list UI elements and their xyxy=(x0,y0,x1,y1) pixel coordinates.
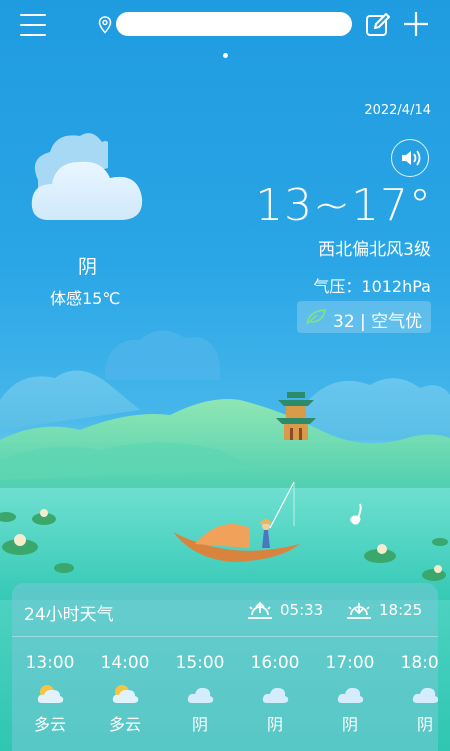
hour-time: 15:00 xyxy=(175,653,225,673)
hourly-item[interactable]: 13:00 多云 xyxy=(15,653,85,735)
hour-time: 13:00 xyxy=(25,653,75,673)
hourly-title: 24小时天气 xyxy=(24,605,114,625)
partly-cloudy-icon xyxy=(37,685,64,703)
divider xyxy=(12,636,438,637)
hour-time: 17:00 xyxy=(325,653,375,673)
hourly-forecast-panel: 24小时天气 05:33 18:25 13:00 多云 14:00 多云 15:… xyxy=(12,583,438,751)
sunset-time: 18:25 xyxy=(379,601,423,619)
hour-condition: 阴 xyxy=(416,715,433,734)
cloudy-weather-icon xyxy=(31,133,143,220)
add-city-icon[interactable] xyxy=(402,10,430,38)
hour-condition: 多云 xyxy=(33,715,66,734)
weather-screen: 2022/4/14 13~17° 西北偏北风3级 气压：1012hPa 32 |… xyxy=(0,0,450,751)
edit-icon[interactable] xyxy=(365,12,391,38)
condition-label: 阴 xyxy=(78,256,98,278)
hour-time: 14:00 xyxy=(100,653,150,673)
hourly-item[interactable]: 16:00 阴 xyxy=(240,653,310,735)
cloudy-icon xyxy=(412,687,438,703)
feels-like-label: 体感15℃ xyxy=(50,289,121,308)
sunrise-time: 05:33 xyxy=(280,601,324,619)
cloudy-icon xyxy=(337,687,364,703)
temperature-range: 13~17° xyxy=(255,180,432,231)
hour-time: 16:00 xyxy=(250,653,300,673)
hour-condition: 多云 xyxy=(108,715,141,734)
air-quality-badge[interactable]: 32 | 空气优 xyxy=(297,301,431,333)
hour-condition: 阴 xyxy=(266,715,283,734)
menu-button[interactable] xyxy=(20,12,48,38)
hourly-item[interactable]: 15:00 阴 xyxy=(165,653,235,735)
page-indicator-dot[interactable] xyxy=(223,53,228,58)
hourly-item[interactable]: 14:00 多云 xyxy=(90,653,160,735)
hourly-item[interactable]: 18:00 阴 xyxy=(390,653,438,735)
date-label: 2022/4/14 xyxy=(364,103,431,118)
speaker-icon xyxy=(401,149,420,166)
partly-cloudy-icon xyxy=(112,685,139,703)
cloudy-icon xyxy=(187,687,214,703)
hour-condition: 阴 xyxy=(191,715,208,734)
sunset-icon xyxy=(347,603,371,619)
cloudy-icon xyxy=(262,687,289,703)
hour-time: 18:00 xyxy=(400,653,439,673)
air-quality-text: 32 | 空气优 xyxy=(333,312,423,332)
sunrise-icon xyxy=(248,601,272,619)
location-pin-icon xyxy=(98,16,112,34)
pressure-info: 气压：1012hPa xyxy=(313,277,431,296)
hour-condition: 阴 xyxy=(341,715,358,734)
voice-broadcast-button[interactable] xyxy=(391,139,429,177)
hourly-item[interactable]: 17:00 阴 xyxy=(315,653,385,735)
location-field[interactable] xyxy=(116,12,352,36)
landscape-illustration xyxy=(0,330,450,600)
top-bar xyxy=(0,0,450,52)
wind-info: 西北偏北风3级 xyxy=(318,240,431,260)
leaf-icon xyxy=(306,309,327,325)
